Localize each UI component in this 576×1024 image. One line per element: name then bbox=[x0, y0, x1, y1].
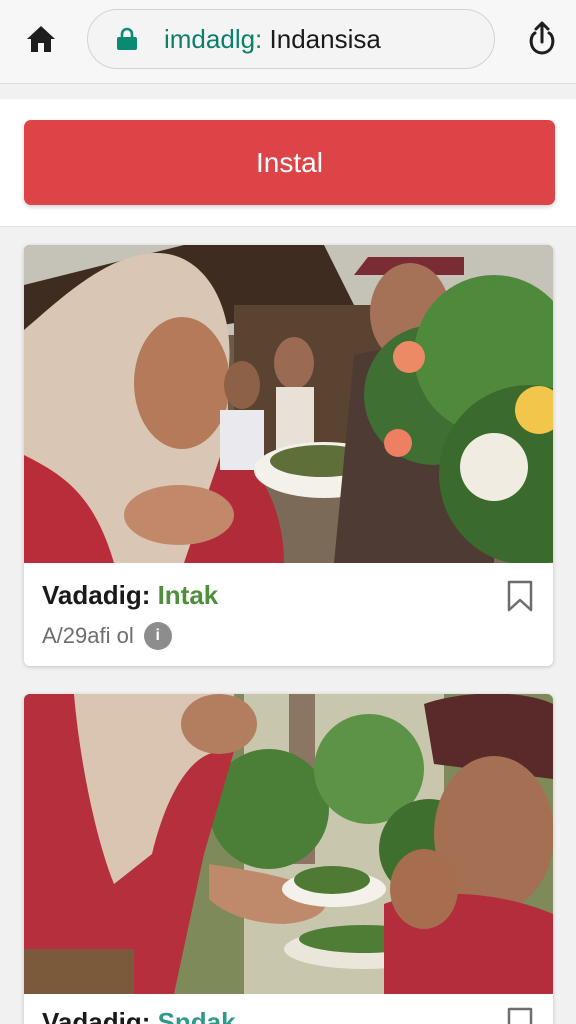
article-title[interactable]: Vadadig: Sndak bbox=[42, 1007, 236, 1024]
article-photo[interactable] bbox=[24, 245, 553, 563]
share-icon bbox=[529, 21, 555, 55]
url-path: Indansisa bbox=[262, 23, 381, 54]
article-meta-text: A/29afi ol bbox=[42, 623, 134, 648]
install-button[interactable]: Instal bbox=[24, 120, 555, 205]
share-button[interactable] bbox=[522, 18, 562, 58]
bookmark-icon[interactable] bbox=[505, 580, 535, 612]
info-icon[interactable]: i bbox=[143, 622, 172, 650]
bookmark-icon[interactable] bbox=[505, 1007, 535, 1024]
address-bar[interactable]: imdadlg: Indansisa bbox=[87, 9, 495, 69]
article-title-highlight: Intak bbox=[157, 580, 219, 610]
article-meta: A/29afi ol i bbox=[42, 622, 172, 650]
browser-toolbar: imdadlg: Indansisa bbox=[0, 0, 576, 84]
article-photo[interactable] bbox=[24, 694, 553, 994]
article-title-prefix: Vadadig: bbox=[42, 580, 158, 610]
article-card[interactable]: Vadadig: Intak A/29afi ol i bbox=[24, 245, 553, 666]
url-host: imdadlg: bbox=[164, 23, 263, 54]
article-title[interactable]: Vadadig: Intak bbox=[42, 580, 218, 611]
article-card[interactable]: Vadadig: Sndak bbox=[24, 694, 553, 1024]
lock-icon bbox=[114, 26, 140, 52]
article-title-prefix: Vadadig: bbox=[42, 1007, 158, 1024]
install-banner: Instal bbox=[0, 99, 576, 227]
home-button[interactable] bbox=[22, 20, 60, 58]
url-text: imdadlg: Indansisa bbox=[164, 24, 381, 55]
home-icon bbox=[27, 26, 55, 52]
article-title-highlight: Sndak bbox=[157, 1007, 236, 1024]
